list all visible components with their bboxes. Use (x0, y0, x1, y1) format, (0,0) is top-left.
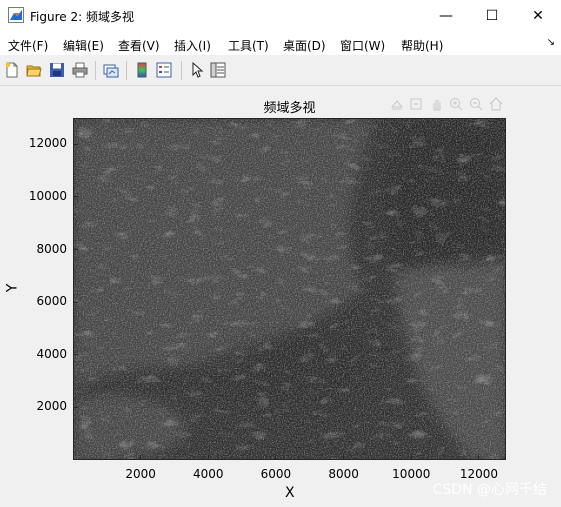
y-tick-mark (74, 196, 78, 198)
y-axis-label: Y (4, 283, 21, 293)
title-bar: Figure 2: 频域多视 — ☐ ✕ (0, 0, 561, 31)
menu-bar: 文件(F) 编辑(E) 查看(V) 插入(I) 工具(T) 桌面(D) 窗口(W… (0, 31, 561, 55)
menu-help[interactable]: 帮助(H) (401, 37, 443, 54)
x-tick-label: 2000 (125, 467, 156, 481)
y-tick-mark (74, 354, 78, 356)
y-tick-label: 8000 (36, 241, 67, 256)
toolbar-separator (181, 61, 182, 80)
close-button[interactable]: ✕ (515, 0, 561, 31)
matlab-figure-icon (8, 7, 24, 23)
link-plot-icon[interactable] (103, 62, 119, 78)
menu-view[interactable]: 查看(V) (118, 37, 160, 54)
y-tick-mark (74, 249, 78, 251)
y-tick-label: 4000 (36, 346, 67, 361)
close-icon: ✕ (532, 7, 544, 24)
sar-image (74, 119, 505, 459)
menu-file[interactable]: 文件(F) (8, 37, 48, 54)
axes-title: 频域多视 (263, 101, 316, 116)
x-tick-mark (410, 455, 412, 459)
property-inspector-icon[interactable] (210, 62, 226, 78)
window-title: Figure 2: 频域多视 (30, 10, 134, 24)
y-tick-mark (74, 406, 78, 408)
minimize-button[interactable]: — (423, 0, 469, 31)
x-tick-label: 6000 (260, 467, 292, 481)
x-axis-label: X (285, 485, 295, 501)
menu-window[interactable]: 窗口(W) (340, 37, 385, 54)
y-tick-label: 12000 (28, 136, 67, 151)
menu-insert[interactable]: 插入(I) (174, 37, 211, 54)
toolbar-separator (126, 61, 127, 80)
y-tick-label: 10000 (28, 188, 67, 203)
x-tick-mark (478, 455, 480, 459)
x-tick-mark (275, 455, 277, 459)
y-tick-label: 2000 (36, 399, 67, 414)
minimize-icon: — (439, 7, 453, 24)
x-tick-label: 8000 (328, 467, 359, 481)
maximize-icon: ☐ (485, 7, 499, 24)
menu-edit[interactable]: 编辑(E) (63, 37, 104, 54)
x-tick-mark (140, 455, 142, 459)
y-tick-mark (74, 143, 78, 145)
maximize-button[interactable]: ☐ (469, 0, 515, 31)
menu-desktop[interactable]: 桌面(D) (283, 37, 326, 54)
insert-colorbar-icon[interactable] (134, 62, 150, 78)
x-tick-mark (343, 455, 345, 459)
figure-toolbar (0, 55, 561, 86)
y-tick-label: 6000 (36, 294, 67, 309)
watermark: CSDN @心网千结 (432, 482, 547, 498)
open-file-icon[interactable] (26, 62, 42, 78)
pointer-icon[interactable] (189, 62, 205, 78)
insert-legend-icon[interactable] (156, 62, 172, 78)
x-tick-label: 4000 (193, 467, 224, 481)
menu-tools[interactable]: 工具(T) (228, 37, 269, 54)
new-figure-icon[interactable] (4, 62, 20, 78)
toolbar-separator (95, 61, 96, 80)
save-icon[interactable] (49, 62, 65, 78)
y-tick-mark (74, 301, 78, 303)
x-tick-mark (207, 455, 209, 459)
image-plot[interactable] (73, 118, 506, 460)
print-icon[interactable] (72, 62, 88, 78)
menu-overflow-icon[interactable]: ↘ (547, 37, 555, 48)
